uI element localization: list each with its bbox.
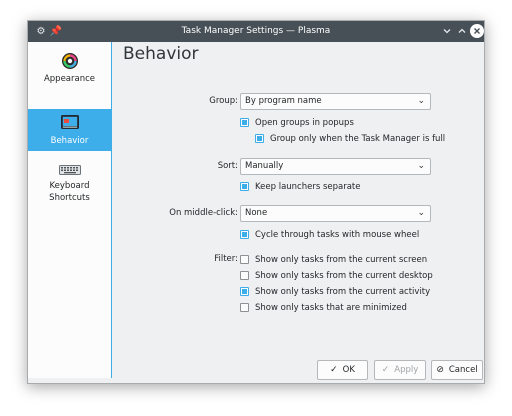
checkbox-indicator xyxy=(240,303,249,312)
middle-click-combo[interactable]: None ⌄ xyxy=(240,205,431,222)
chevron-down-icon: ⌄ xyxy=(417,208,425,218)
chevron-down-icon: ⌄ xyxy=(417,96,425,106)
checkbox-indicator xyxy=(240,230,249,239)
minimize-button[interactable] xyxy=(440,24,454,38)
chevron-down-icon: ⌄ xyxy=(417,161,425,171)
filter-current-activity-checkbox[interactable]: Show only tasks from the current activit… xyxy=(240,285,430,298)
filter-current-screen-checkbox[interactable]: Show only tasks from the current screen xyxy=(240,253,427,266)
apply-button[interactable]: ✓ Apply xyxy=(374,360,426,380)
check-icon: ✓ xyxy=(381,365,390,375)
sidebar-item-label: Appearance xyxy=(43,74,96,84)
chevron-up-icon xyxy=(458,28,466,33)
sort-label: Sort: xyxy=(217,161,238,171)
checkbox-label: Show only tasks from the current activit… xyxy=(255,286,431,297)
filter-minimized-checkbox[interactable]: Show only tasks that are minimized xyxy=(240,301,407,314)
checkbox-indicator xyxy=(240,182,249,191)
keyboard-icon xyxy=(58,165,81,175)
titlebar: ⚙ 📌 Task Manager Settings — Plasma xyxy=(28,21,484,42)
chevron-down-icon xyxy=(443,29,451,34)
sidebar-item-behavior[interactable]: Behavior xyxy=(28,109,111,151)
checkbox-label: Show only tasks from the current screen xyxy=(255,254,428,265)
appearance-icon xyxy=(61,53,78,69)
checkbox-indicator xyxy=(240,287,249,296)
group-only-full-checkbox[interactable]: Group only when the Task Manager is full xyxy=(255,132,445,145)
close-button[interactable] xyxy=(470,24,484,38)
sidebar: Appearance Behavior Keyboard Shortcuts xyxy=(28,42,112,378)
checkbox-label: Open groups in popups xyxy=(255,117,354,128)
ok-button-label: OK xyxy=(342,365,355,375)
window-title: Task Manager Settings — Plasma xyxy=(181,26,331,36)
cancel-icon: ⊘ xyxy=(436,365,444,375)
cycle-wheel-checkbox[interactable]: Cycle through tasks with mouse wheel xyxy=(240,228,419,241)
group-combo[interactable]: By program name ⌄ xyxy=(240,93,431,110)
checkbox-label: Keep launchers separate xyxy=(255,181,361,192)
apply-button-label: Apply xyxy=(394,365,419,375)
filter-current-desktop-checkbox[interactable]: Show only tasks from the current desktop xyxy=(240,269,433,282)
content-area: Behavior Group: By program name ⌄ Open g… xyxy=(112,42,484,383)
checkbox-indicator xyxy=(240,255,249,264)
sidebar-item-appearance[interactable]: Appearance xyxy=(28,48,111,88)
settings-window: ⚙ 📌 Task Manager Settings — Plasma Appea… xyxy=(27,20,485,384)
group-label: Group: xyxy=(209,96,238,106)
checkbox-label: Show only tasks from the current desktop xyxy=(255,270,433,281)
filter-label: Filter: xyxy=(214,254,238,264)
checkbox-indicator xyxy=(240,118,249,127)
middle-click-combo-value: None xyxy=(245,208,268,218)
page-title: Behavior xyxy=(123,44,199,64)
cancel-button[interactable]: ⊘ Cancel xyxy=(431,360,483,380)
sidebar-item-keyboard-shortcuts[interactable]: Keyboard Shortcuts xyxy=(28,163,111,207)
ok-button[interactable]: ✓ OK xyxy=(317,360,368,380)
behavior-icon xyxy=(60,115,79,129)
close-icon xyxy=(474,28,480,34)
sidebar-item-label: Keyboard Shortcuts xyxy=(49,181,90,203)
sidebar-item-label: Behavior xyxy=(50,136,89,146)
checkbox-label: Group only when the Task Manager is full xyxy=(270,133,446,144)
maximize-button[interactable] xyxy=(455,24,469,38)
keep-launchers-checkbox[interactable]: Keep launchers separate xyxy=(240,180,361,193)
checkbox-label: Cycle through tasks with mouse wheel xyxy=(255,229,420,240)
cancel-button-label: Cancel xyxy=(448,365,478,375)
middle-click-label: On middle-click: xyxy=(169,208,238,218)
sort-combo[interactable]: Manually ⌄ xyxy=(240,158,431,175)
checkbox-indicator xyxy=(240,271,249,280)
checkbox-indicator xyxy=(255,134,264,143)
group-combo-value: By program name xyxy=(245,96,322,106)
sort-combo-value: Manually xyxy=(245,161,284,171)
check-icon: ✓ xyxy=(330,365,338,375)
checkbox-label: Show only tasks that are minimized xyxy=(255,302,407,313)
open-popups-checkbox[interactable]: Open groups in popups xyxy=(240,116,354,129)
